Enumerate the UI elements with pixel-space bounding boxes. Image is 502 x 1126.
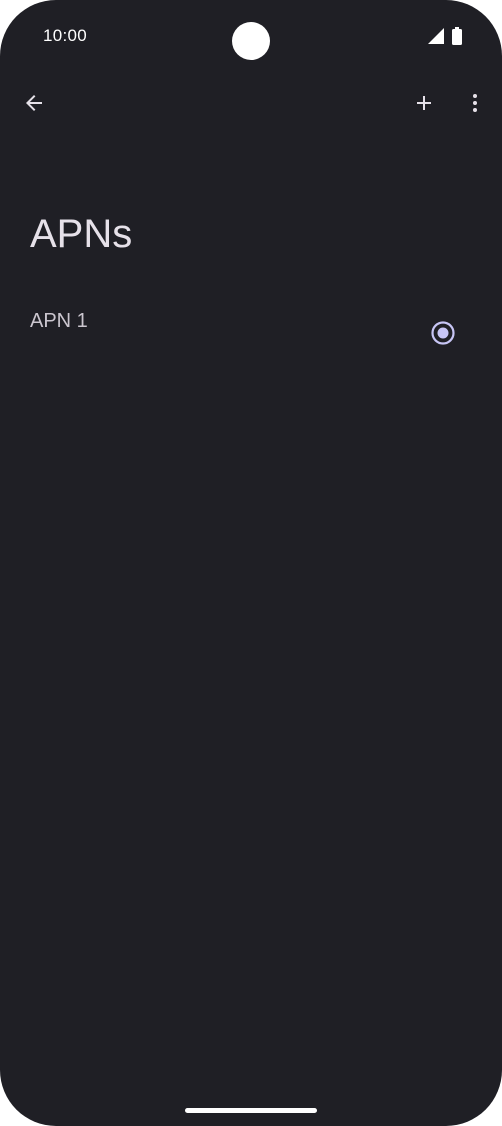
arrow-back-icon: [22, 91, 46, 120]
device-frame: 10:00 APNs APN 1: [0, 0, 502, 1126]
top-app-bar: [0, 78, 502, 132]
apn-list: APN 1: [0, 296, 502, 368]
battery-icon: [452, 27, 462, 45]
plus-icon: [412, 91, 436, 120]
apn-name: APN 1: [30, 310, 88, 332]
camera-cutout: [232, 22, 270, 60]
radio-selected-icon: [431, 321, 455, 345]
back-button[interactable]: [10, 78, 58, 132]
status-time: 10:00: [43, 26, 88, 45]
signal-icon: [428, 28, 444, 44]
more-vert-icon: [463, 91, 487, 120]
apn-list-item[interactable]: APN 1: [0, 296, 502, 368]
apn-radio-button[interactable]: [430, 320, 456, 346]
more-options-button[interactable]: [451, 78, 499, 132]
page-title: APNs: [30, 212, 133, 256]
apn-settings-screen: 10:00 APNs APN 1: [0, 0, 502, 1126]
add-apn-button[interactable]: [400, 78, 448, 132]
status-bar: 10:00: [0, 0, 502, 72]
gesture-nav-handle[interactable]: [185, 1108, 317, 1113]
status-icons: [428, 27, 462, 45]
